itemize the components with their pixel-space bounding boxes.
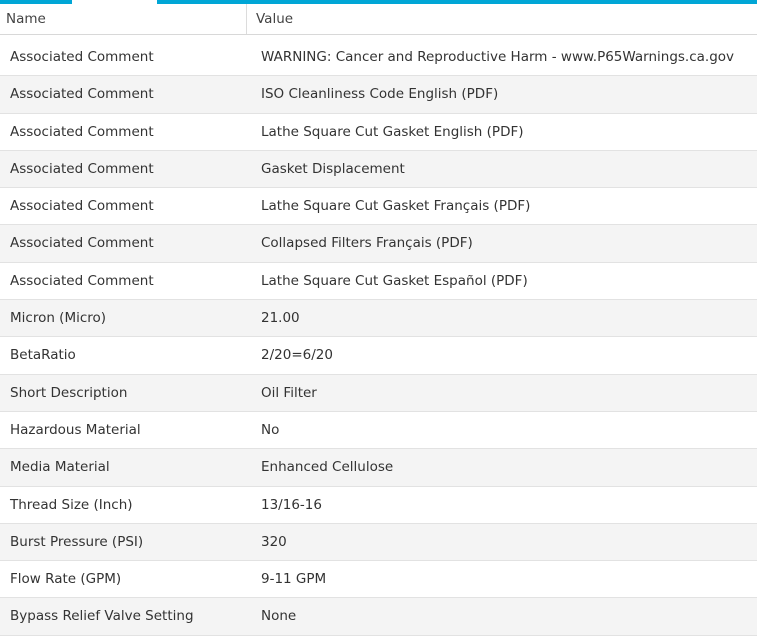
spec-value-link[interactable]: Lathe Square Cut Gasket Español (PDF) (261, 263, 528, 300)
specifications-panel: Name Value Associated Comment WARNING: C… (0, 0, 757, 636)
spec-value: 21.00 (261, 310, 300, 327)
spec-value-link[interactable]: Gasket Displacement (261, 151, 405, 188)
table-row: Associated Comment ISO Cleanliness Code … (0, 76, 757, 114)
spec-name: Short Description (10, 384, 128, 401)
column-header-value[interactable]: Value (248, 4, 293, 34)
spec-name: Bypass Relief Valve Setting (10, 608, 194, 625)
spec-value-link[interactable]: Lathe Square Cut Gasket English (PDF) (261, 114, 524, 151)
table-row: Short Description Oil Filter (0, 374, 757, 412)
table-row: Bypass Relief Valve Setting None (0, 598, 757, 636)
spec-value-link[interactable]: WARNING: Cancer and Reproductive Harm - … (261, 39, 734, 76)
spec-name: Associated Comment (10, 198, 154, 215)
column-header-name[interactable]: Name (0, 4, 247, 34)
spec-value-link[interactable]: ISO Cleanliness Code English (PDF) (261, 76, 498, 113)
spec-name: BetaRatio (10, 347, 76, 364)
spec-value: No (261, 421, 280, 438)
table-row: Associated Comment Gasket Displacement (0, 150, 757, 189)
spec-value: Enhanced Cellulose (261, 459, 394, 476)
spec-value: Oil Filter (261, 384, 317, 401)
table-row: Micron (Micro) 21.00 (0, 300, 757, 338)
spec-value: 9-11 GPM (261, 571, 327, 588)
table-row: Hazardous Material No (0, 411, 757, 450)
table-row: Associated Comment WARNING: Cancer and R… (0, 39, 757, 77)
table-row: Associated Comment Lathe Square Cut Gask… (0, 188, 757, 226)
spec-name: Associated Comment (10, 86, 154, 103)
spec-name: Associated Comment (10, 272, 154, 289)
spec-table-body: Associated Comment WARNING: Cancer and R… (0, 39, 757, 636)
table-row: BetaRatio 2/20=6/20 (0, 337, 757, 375)
spec-name: Associated Comment (10, 160, 154, 177)
table-row: Associated Comment Collapsed Filters Fra… (0, 225, 757, 263)
table-row: Associated Comment Lathe Square Cut Gask… (0, 113, 757, 151)
spec-value: 13/16-16 (261, 496, 322, 513)
spec-name: Associated Comment (10, 123, 154, 140)
table-row: Thread Size (Inch) 13/16-16 (0, 486, 757, 524)
spec-name: Micron (Micro) (10, 310, 107, 327)
table-row: Media Material Enhanced Cellulose (0, 449, 757, 487)
spec-value: 2/20=6/20 (261, 347, 333, 364)
spec-name: Burst Pressure (PSI) (10, 533, 144, 550)
spec-value: None (261, 608, 297, 625)
table-row: Burst Pressure (PSI) 320 (0, 523, 757, 562)
spec-value-link[interactable]: Collapsed Filters Français (PDF) (261, 225, 473, 262)
spec-value-link[interactable]: Lathe Square Cut Gasket Français (PDF) (261, 188, 530, 225)
spec-name: Flow Rate (GPM) (10, 571, 122, 588)
spec-name: Media Material (10, 459, 110, 476)
spec-name: Associated Comment (10, 235, 154, 252)
table-row: Flow Rate (GPM) 9-11 GPM (0, 561, 757, 599)
table-header: Name Value (0, 4, 757, 35)
spec-name: Associated Comment (10, 49, 154, 65)
spec-name: Hazardous Material (10, 421, 141, 438)
spec-value: 320 (261, 533, 287, 550)
table-row: Associated Comment Lathe Square Cut Gask… (0, 262, 757, 301)
spec-name: Thread Size (Inch) (10, 496, 133, 513)
